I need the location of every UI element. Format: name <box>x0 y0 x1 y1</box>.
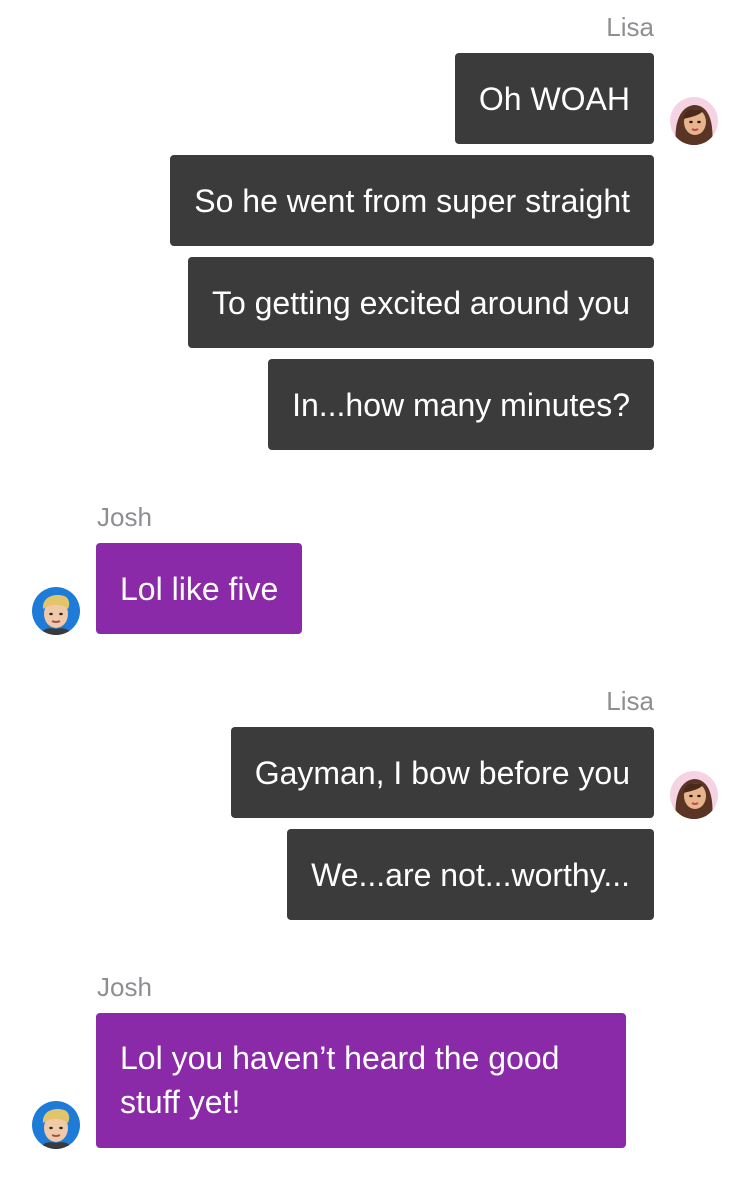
lisa-avatar-icon <box>670 771 718 819</box>
lisa-avatar[interactable] <box>670 771 718 819</box>
josh-avatar-icon <box>32 1101 80 1149</box>
sender-name-josh: Josh <box>97 502 152 532</box>
sender-name-lisa: Lisa <box>606 12 654 42</box>
josh-avatar[interactable] <box>32 587 80 635</box>
message-bubble-lisa[interactable]: So he went from super straight <box>170 155 654 246</box>
message-bubble-josh[interactable]: Lol you haven’t heard the good stuff yet… <box>96 1013 626 1148</box>
lisa-avatar-icon <box>670 97 718 145</box>
message-bubble-lisa[interactable]: To getting excited around you <box>187 257 654 348</box>
message-bubble-lisa[interactable]: We...are not...worthy... <box>287 829 654 920</box>
lisa-avatar[interactable] <box>670 97 718 145</box>
message-bubble-lisa[interactable]: Gayman, I bow before you <box>230 727 654 818</box>
josh-avatar[interactable] <box>32 1101 80 1149</box>
message-bubble-lisa[interactable]: Oh WOAH <box>454 53 654 144</box>
message-bubble-lisa[interactable]: In...how many minutes? <box>268 359 654 450</box>
message-bubble-josh[interactable]: Lol like five <box>96 543 303 634</box>
josh-avatar-icon <box>32 587 80 635</box>
sender-name-lisa: Lisa <box>606 686 654 716</box>
sender-name-josh: Josh <box>97 972 152 1002</box>
